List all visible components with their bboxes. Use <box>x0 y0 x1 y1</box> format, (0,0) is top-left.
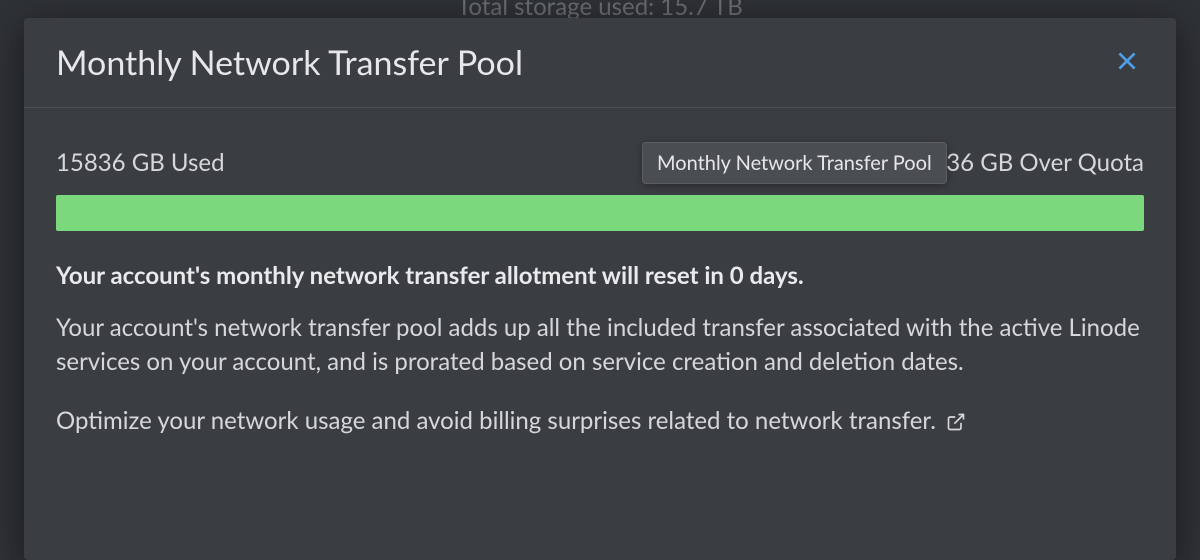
transfer-pool-modal: Monthly Network Transfer Pool Monthly Ne… <box>24 18 1176 560</box>
optimize-row: Optimize your network usage and avoid bi… <box>56 404 1144 439</box>
close-icon <box>1114 48 1140 77</box>
tooltip: Monthly Network Transfer Pool <box>642 142 947 184</box>
modal-body: Monthly Network Transfer Pool 15836 GB U… <box>24 108 1176 463</box>
modal-title: Monthly Network Transfer Pool <box>56 42 523 83</box>
stats-row: 15836 GB Used 836 GB Over Quota <box>56 148 1144 177</box>
description-text: Your account's network transfer pool add… <box>56 311 1144 381</box>
modal-header: Monthly Network Transfer Pool <box>24 18 1176 108</box>
close-button[interactable] <box>1110 44 1144 81</box>
over-quota-label: 836 GB Over Quota <box>932 148 1144 177</box>
reset-text: Your account's monthly network transfer … <box>56 259 1144 293</box>
used-label: 15836 GB Used <box>56 148 225 177</box>
external-link-icon[interactable] <box>946 412 966 432</box>
progress-bar <box>56 195 1144 231</box>
optimize-link[interactable]: Optimize your network usage and avoid bi… <box>56 404 936 439</box>
